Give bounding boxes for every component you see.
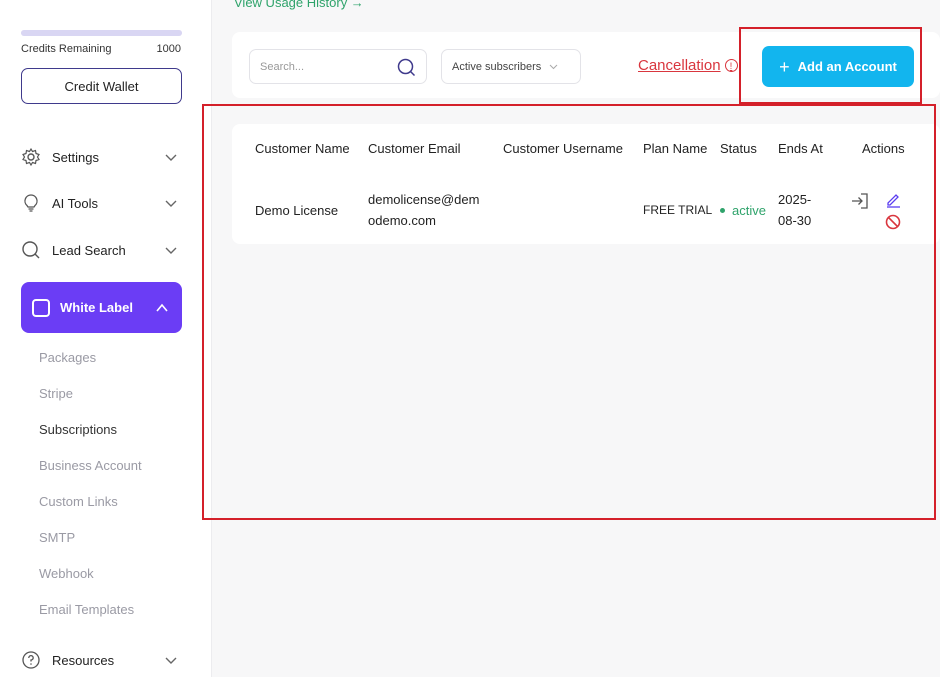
sidebar-item-smtp[interactable]: SMTP — [39, 530, 75, 545]
sidebar-item-business-account[interactable]: Business Account — [39, 458, 142, 473]
credits-progress-bar — [21, 30, 182, 36]
chevron-down-icon — [165, 657, 177, 664]
sidebar-item-webhook[interactable]: Webhook — [39, 566, 94, 581]
chevron-down-icon — [165, 154, 177, 161]
square-icon — [32, 298, 50, 317]
highlight-box-table — [202, 104, 936, 520]
nav-item-label: Resources — [52, 652, 115, 668]
sidebar-item-subscriptions[interactable]: Subscriptions — [39, 422, 117, 437]
search-icon — [21, 240, 41, 260]
view-usage-history-link[interactable]: View Usage History → — [234, 0, 364, 10]
subscriber-filter-select[interactable]: Active subscribers — [441, 49, 581, 84]
nav-item-ai-tools[interactable]: AI Tools — [21, 188, 182, 218]
credit-wallet-button[interactable]: Credit Wallet — [21, 68, 182, 104]
highlight-box-add-account — [739, 27, 922, 104]
nav-item-lead-search[interactable]: Lead Search — [21, 235, 182, 265]
credits-remaining-label: Credits Remaining — [21, 43, 112, 55]
sidebar-item-stripe[interactable]: Stripe — [39, 386, 73, 401]
sidebar-item-email-templates[interactable]: Email Templates — [39, 602, 134, 617]
nav-item-label: White Label — [60, 300, 133, 315]
cancellation-label: Cancellation — [638, 57, 721, 74]
info-icon: ! — [724, 59, 738, 72]
chevron-down-icon — [165, 247, 177, 254]
lightbulb-icon — [21, 193, 41, 213]
gear-icon — [21, 147, 41, 167]
search-icon[interactable] — [397, 58, 416, 77]
credits-remaining-value: 1000 — [156, 43, 181, 55]
search-placeholder: Search... — [260, 60, 305, 73]
nav-item-label: AI Tools — [52, 195, 99, 211]
filter-value: Active subscribers — [452, 60, 542, 73]
help-circle-icon — [21, 650, 41, 670]
sidebar-item-custom-links[interactable]: Custom Links — [39, 494, 118, 509]
chevron-up-icon — [156, 303, 168, 312]
search-input[interactable]: Search... — [249, 49, 427, 84]
chevron-down-icon — [549, 64, 558, 70]
nav-item-label: Settings — [52, 149, 99, 165]
nav-item-white-label[interactable]: White Label — [21, 282, 182, 333]
nav-item-settings[interactable]: Settings — [21, 142, 182, 172]
nav-item-resources[interactable]: Resources — [21, 645, 182, 675]
nav-item-label: Lead Search — [52, 242, 126, 258]
chevron-down-icon — [165, 200, 177, 207]
sidebar-item-packages[interactable]: Packages — [39, 350, 96, 365]
sidebar: Credits Remaining 1000 Credit Wallet Set… — [0, 0, 212, 677]
cancellation-link[interactable]: Cancellation ! — [638, 57, 738, 74]
